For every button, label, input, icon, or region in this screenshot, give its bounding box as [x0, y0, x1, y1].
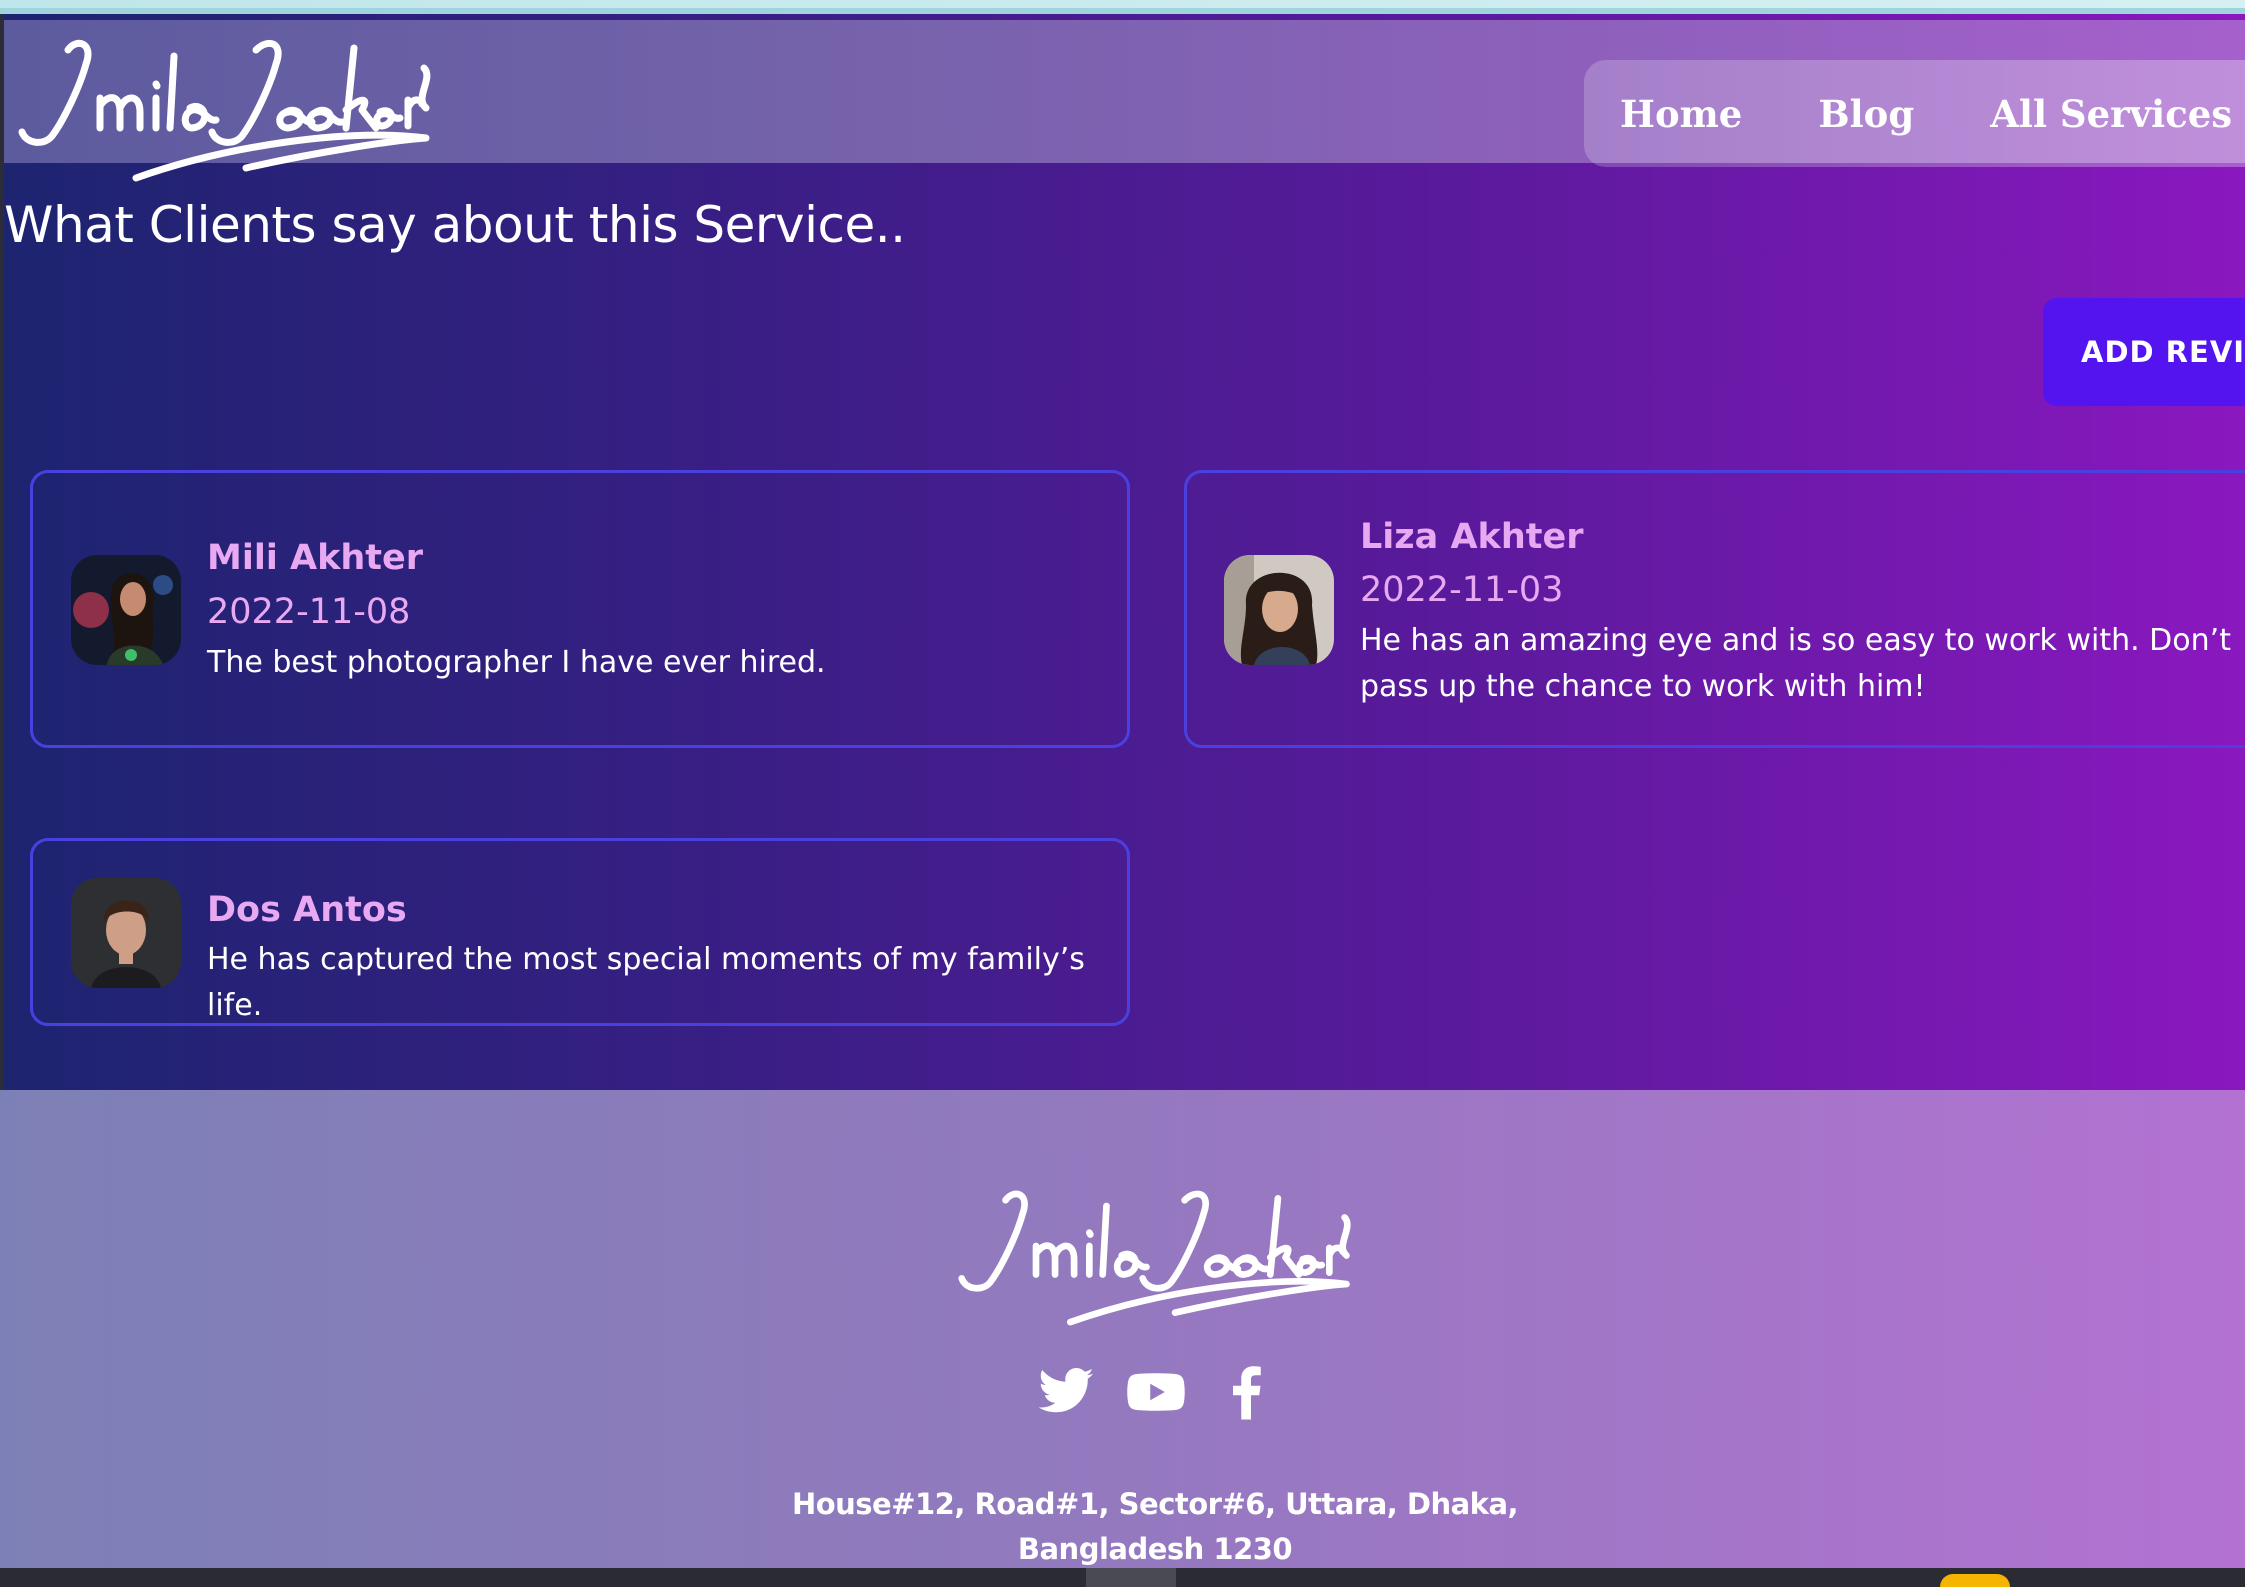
nav-blog-link[interactable]: Blog: [1818, 92, 1914, 136]
reviewer-avatar: [71, 878, 181, 988]
reviewer-avatar: [1224, 555, 1334, 665]
review-date: 2022-11-08: [207, 592, 411, 632]
address-line-2: Bangladesh 1230: [1017, 1532, 1293, 1566]
address-line-1: House#12, Road#1, Sector#6, Uttara, Dhak…: [791, 1487, 1519, 1521]
nav-home-link[interactable]: Home: [1620, 92, 1742, 136]
review-card: [30, 470, 1130, 748]
facebook-icon[interactable]: [1216, 1362, 1276, 1422]
review-text: The best photographer I have ever hired.: [207, 645, 826, 680]
review-text: He has an amazing eye and is so easy to …: [1360, 623, 2231, 704]
main-navigation: Home Blog All Services: [1584, 60, 2245, 167]
youtube-icon[interactable]: [1126, 1362, 1186, 1422]
reviewer-name: Liza Akhter: [1360, 517, 1584, 557]
page: Home Blog All Services What Clients say …: [0, 0, 2245, 1587]
reviewer-name: Mili Akhter: [207, 538, 424, 578]
avatar-photo-icon: [1224, 555, 1334, 665]
avatar-photo-icon: [71, 878, 181, 988]
add-review-button[interactable]: ADD REVIEW: [2043, 298, 2245, 406]
footer-logo[interactable]: [956, 1178, 1356, 1333]
review-date: 2022-11-03: [1360, 570, 1564, 610]
reviews-section-title: What Clients say about this Service..: [4, 196, 906, 254]
site-logo[interactable]: [16, 28, 436, 188]
taskbar-app-icon[interactable]: [1940, 1574, 2010, 1587]
review-text: He has captured the most special moments…: [207, 942, 1085, 1023]
twitter-icon[interactable]: [1036, 1362, 1096, 1422]
avatar-photo-icon: [71, 555, 181, 665]
footer-address: House#12, Road#1, Sector#6, Uttara, Dhak…: [780, 1482, 1530, 1572]
taskbar-active-item[interactable]: [1086, 1568, 1176, 1587]
reviewer-name: Dos Antos: [207, 890, 407, 930]
browser-top-strip: [0, 0, 2245, 14]
nav-all-services-link[interactable]: All Services: [1990, 92, 2232, 136]
reviewer-avatar: [71, 555, 181, 665]
